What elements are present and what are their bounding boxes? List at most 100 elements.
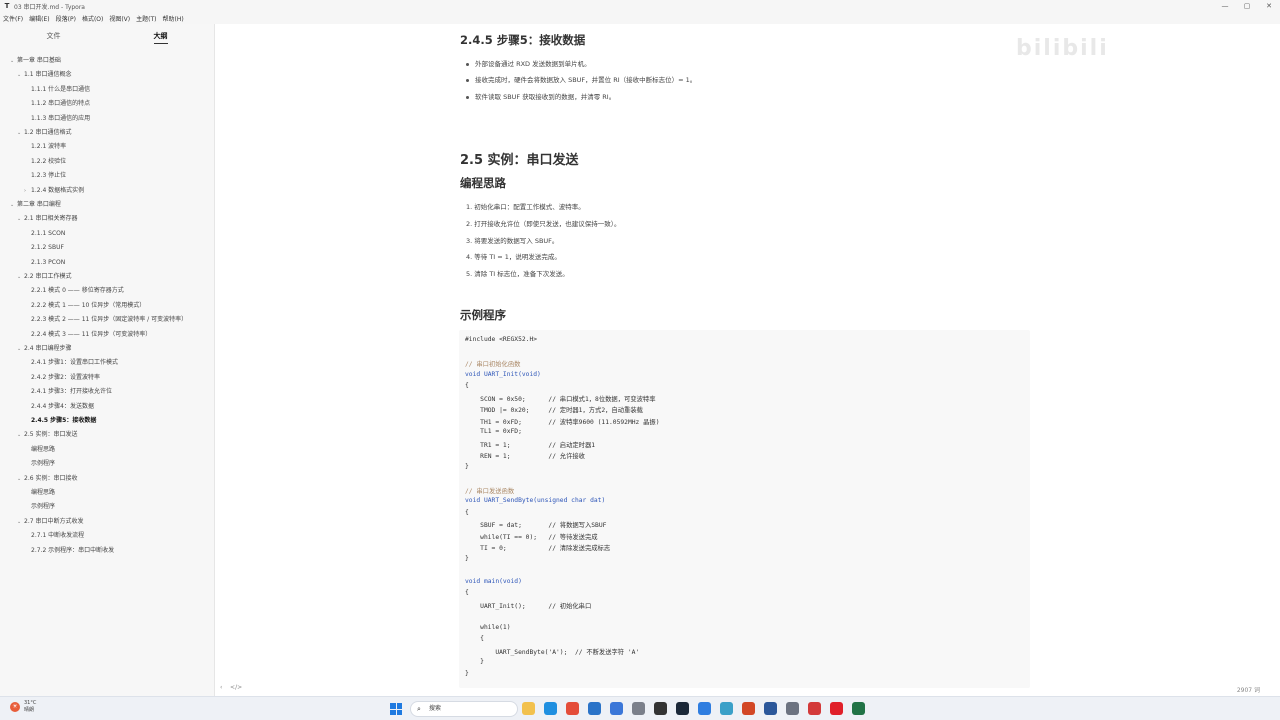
outline-item[interactable]: ⌄ 1.2 串口通信格式 <box>17 127 71 139</box>
camera-icon[interactable] <box>786 702 799 715</box>
outline-item[interactable]: 2.4.4 步骤4：发送数据 <box>31 401 94 413</box>
steam-icon[interactable] <box>676 702 689 715</box>
code-line: { <box>465 508 469 516</box>
outline-item[interactable]: ⌄ 2.1 串口相关寄存器 <box>17 213 77 225</box>
minimize-icon[interactable]: — <box>1214 2 1236 10</box>
taskbar-search[interactable]: ⌕ 搜索 <box>410 701 518 717</box>
outline-item[interactable]: 2.4.2 步骤2：设置波特率 <box>31 372 100 384</box>
chevron-down-icon[interactable]: ⌄ <box>17 127 24 139</box>
chevron-right-icon[interactable]: › <box>24 185 31 197</box>
code-line: #include <REGX52.H> <box>465 336 538 343</box>
outline-item[interactable]: 1.1.2 串口通信的特点 <box>31 98 90 110</box>
powerpoint-icon[interactable] <box>742 702 755 715</box>
editor-area[interactable]: bilibili 2.4.5 步骤5：接收数据 外部设备通过 RXD 发送数据到… <box>216 24 1280 696</box>
excel-icon[interactable] <box>852 702 865 715</box>
outline-item[interactable]: ⌄ 第一章 串口基础 <box>10 55 61 67</box>
menu-theme[interactable]: 主题(T) <box>136 14 156 23</box>
menu-help[interactable]: 帮助(H) <box>163 14 184 23</box>
edge-icon[interactable] <box>544 702 557 715</box>
close-icon[interactable]: ✕ <box>1258 2 1280 10</box>
outline-item[interactable]: ⌄ 1.1 串口通信概念 <box>17 69 71 81</box>
source-mode-icon[interactable]: </> <box>230 684 242 691</box>
outline-item[interactable]: 2.4.1 步骤1：设置串口工作模式 <box>31 357 118 369</box>
outline-item[interactable]: 编程思路 <box>31 487 55 499</box>
code-line: while(TI == 0); // 等待发送完成 <box>465 533 598 541</box>
weather-widget[interactable]: ☀ 31°C 晴朗 <box>10 700 36 714</box>
mail-icon[interactable] <box>588 702 601 715</box>
code-line: // 串口初始化函数 <box>465 361 521 368</box>
outline-item-label: 1.1 串口通信概念 <box>24 71 72 79</box>
chevron-down-icon[interactable]: ⌄ <box>10 199 17 211</box>
video-icon[interactable] <box>808 702 821 715</box>
chevron-down-icon[interactable]: ⌄ <box>17 69 24 81</box>
outline-item[interactable]: ⌄ 2.5 实例：串口发送 <box>17 429 77 441</box>
tab-outline[interactable]: 大纲 <box>107 24 214 48</box>
title-bar: T 03 串口开发.md - Typora — ▢ ✕ <box>0 0 1280 12</box>
nav-back-icon[interactable]: ‹ <box>220 684 222 691</box>
menu-paragraph[interactable]: 段落(P) <box>56 14 76 23</box>
menu-view[interactable]: 视图(V) <box>109 14 130 23</box>
code-line: { <box>465 382 469 389</box>
list-item: 2. 打开接收允许位（即使只发送，也建议保持一致）。 <box>466 220 621 228</box>
chrome-icon[interactable] <box>566 702 579 715</box>
outline-item[interactable]: 1.2.2 校验位 <box>31 156 66 168</box>
tab-files[interactable]: 文件 <box>0 24 107 48</box>
outline-item[interactable]: 1.2.3 停止位 <box>31 170 66 182</box>
outline-item[interactable]: 2.2.2 模式 1 —— 10 位异步（常用模式） <box>31 300 145 312</box>
maximize-icon[interactable]: ▢ <box>1236 2 1258 10</box>
sidebar-tabs: 文件 大纲 <box>0 24 214 48</box>
outline-item[interactable]: 2.1.2 SBUF <box>31 242 64 254</box>
outline-item[interactable]: ⌄ 2.7 串口中断方式收发 <box>17 516 83 528</box>
outline-item[interactable]: 2.1.1 SCON <box>31 228 65 240</box>
outline-item[interactable]: 2.7.1 中断收发流程 <box>31 530 84 542</box>
file-explorer-icon[interactable] <box>522 702 535 715</box>
outline-item[interactable]: ⌄ 第二章 串口编程 <box>10 199 61 211</box>
outline-item[interactable]: 2.4.1 步骤3：打开接收允许位 <box>31 386 112 398</box>
outline-item[interactable]: 示例程序 <box>31 458 55 470</box>
chevron-down-icon[interactable]: ⌄ <box>17 429 24 441</box>
typora-icon[interactable] <box>654 702 667 715</box>
outline-item[interactable]: ⌄ 2.6 实例：串口接收 <box>17 473 77 485</box>
menu-format[interactable]: 格式(O) <box>82 14 103 23</box>
youdao-icon[interactable] <box>830 702 843 715</box>
word-icon[interactable] <box>764 702 777 715</box>
outline-item[interactable]: 2.1.3 PCON <box>31 257 65 269</box>
code-block[interactable]: #include <REGX52.H> // 串口初始化函数 void UART_I… <box>459 330 1030 688</box>
start-button[interactable] <box>390 703 402 715</box>
notepad-icon[interactable] <box>720 702 733 715</box>
outline-item[interactable]: 2.7.2 示例程序：串口中断收发 <box>31 545 114 557</box>
settings-icon[interactable] <box>632 702 645 715</box>
outline-item-label: 2.4 串口编程步骤 <box>24 345 72 352</box>
outline-item[interactable]: 1.1.3 串口通信的应用 <box>31 113 90 125</box>
chevron-down-icon[interactable]: ⌄ <box>17 516 24 528</box>
menu-file[interactable]: 文件(F) <box>3 14 23 23</box>
chevron-down-icon[interactable]: ⌄ <box>17 343 24 355</box>
outline-item[interactable]: 2.4.5 步骤5：接收数据 <box>31 415 96 427</box>
code-line: SCON = 0x50; // 串口模式1，8位数据，可变波特率 <box>465 395 656 403</box>
code-line: } <box>465 669 469 677</box>
outline-item-label: 2.4.1 步骤3：打开接收允许位 <box>31 388 112 396</box>
code-line: TH1 = 0xFD; // 波特率9600 (11.0592MHz 晶振) <box>465 418 660 426</box>
outline-item[interactable]: 示例程序 <box>31 501 55 513</box>
code-line: TR1 = 1; // 启动定时器1 <box>465 441 596 449</box>
chevron-down-icon[interactable]: ⌄ <box>17 213 24 225</box>
outline-item-label: 1.1.2 串口通信的特点 <box>31 100 91 108</box>
outline-item[interactable]: 编程思路 <box>31 444 55 456</box>
bullet-dot <box>466 95 469 99</box>
outline-item[interactable]: 2.2.3 模式 2 —— 11 位异步（固定波特率 / 可变波特率） <box>31 314 187 326</box>
app-icon[interactable] <box>698 702 711 715</box>
chevron-down-icon[interactable]: ⌄ <box>17 271 24 283</box>
outline-item[interactable]: 1.2.1 波特率 <box>31 141 66 153</box>
chevron-down-icon[interactable]: ⌄ <box>10 55 17 67</box>
bilibili-watermark-logo: bilibili <box>1016 36 1109 61</box>
outline-item[interactable]: ⌄ 2.2 串口工作模式 <box>17 271 71 283</box>
word-count[interactable]: 2907 词 <box>1237 685 1260 694</box>
store-icon[interactable] <box>610 702 623 715</box>
outline-item[interactable]: ⌄ 2.4 串口编程步骤 <box>17 343 71 355</box>
outline-item[interactable]: 2.2.4 模式 3 —— 11 位异步（可变波特率） <box>31 329 151 341</box>
menu-edit[interactable]: 编辑(E) <box>29 14 49 23</box>
chevron-down-icon[interactable]: ⌄ <box>17 473 24 485</box>
outline-item[interactable]: 1.1.1 什么是串口通信 <box>31 84 90 96</box>
outline-item[interactable]: 2.2.1 模式 0 —— 移位寄存器方式 <box>31 285 124 297</box>
outline-item[interactable]: › 1.2.4 数据格式实例 <box>24 185 84 197</box>
